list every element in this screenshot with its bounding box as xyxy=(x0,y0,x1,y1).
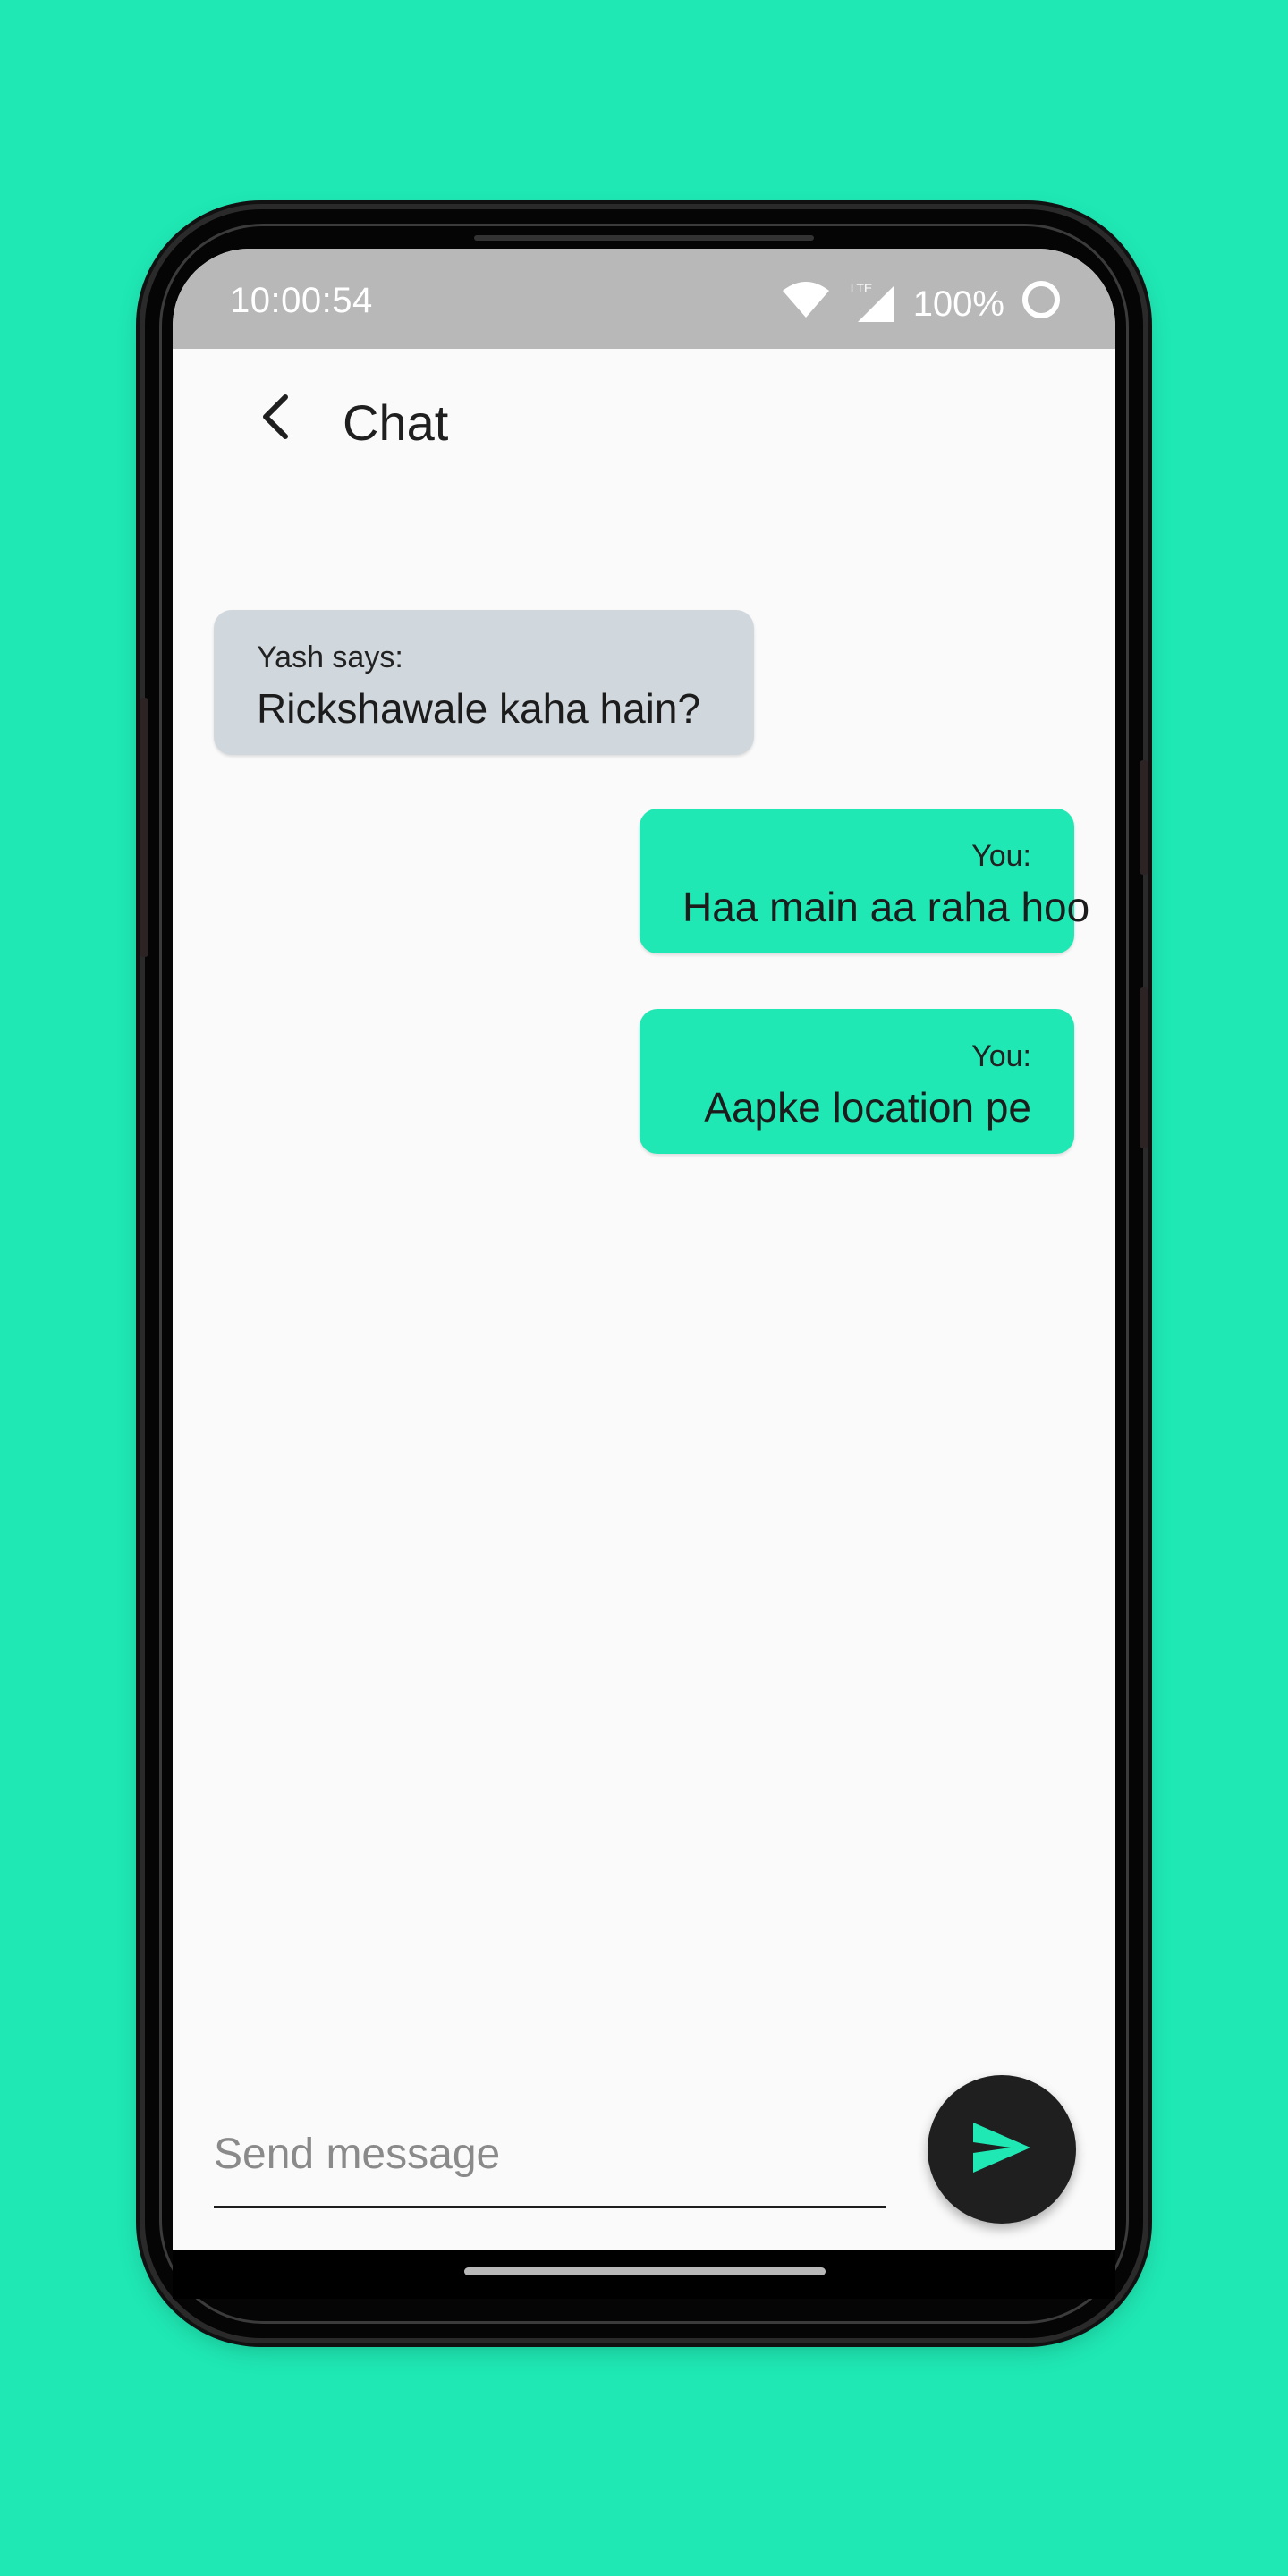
app-bar: Chat xyxy=(173,349,1115,492)
network-type-label: LTE xyxy=(850,281,873,295)
volume-button xyxy=(140,698,148,957)
message-sender: You: xyxy=(971,1039,1031,1073)
battery-percent: 100% xyxy=(912,284,1004,324)
message-text: Rickshawale kaha hain? xyxy=(257,685,701,732)
wifi-icon xyxy=(781,280,831,328)
message-input[interactable] xyxy=(214,2102,886,2206)
battery-icon xyxy=(1021,279,1062,329)
send-button[interactable] xyxy=(928,2075,1076,2224)
navigation-bar xyxy=(173,2250,1115,2299)
message-text: Aapke location pe xyxy=(704,1084,1031,1131)
signal-icon: LTE xyxy=(847,281,897,324)
message-bubble: You: Aapke location pe xyxy=(640,1009,1074,1154)
side-button xyxy=(1140,987,1148,1148)
message-sender: You: xyxy=(971,839,1031,873)
message-text: Haa main aa raha hoo xyxy=(682,884,1090,930)
power-button xyxy=(1140,760,1148,875)
message-sender: Yash says: xyxy=(257,640,403,674)
earpiece xyxy=(474,235,814,241)
status-bar: 10:00:54 LTE 100% xyxy=(173,249,1115,349)
message-bubble: Yash says: Rickshawale kaha hain? xyxy=(214,610,754,755)
status-icons: LTE 100% xyxy=(781,279,1062,329)
screen: 10:00:54 LTE 100% Chat Yash says: Ricksh… xyxy=(173,249,1115,2250)
arrow-back-icon xyxy=(258,392,294,446)
status-time: 10:00:54 xyxy=(230,281,373,320)
send-icon xyxy=(971,2121,1032,2179)
page-title: Chat xyxy=(343,394,449,451)
message-bubble: You: Haa main aa raha hoo xyxy=(640,809,1090,953)
home-indicator[interactable] xyxy=(464,2267,826,2275)
message-input-container xyxy=(214,2102,886,2208)
back-button[interactable] xyxy=(250,392,303,445)
